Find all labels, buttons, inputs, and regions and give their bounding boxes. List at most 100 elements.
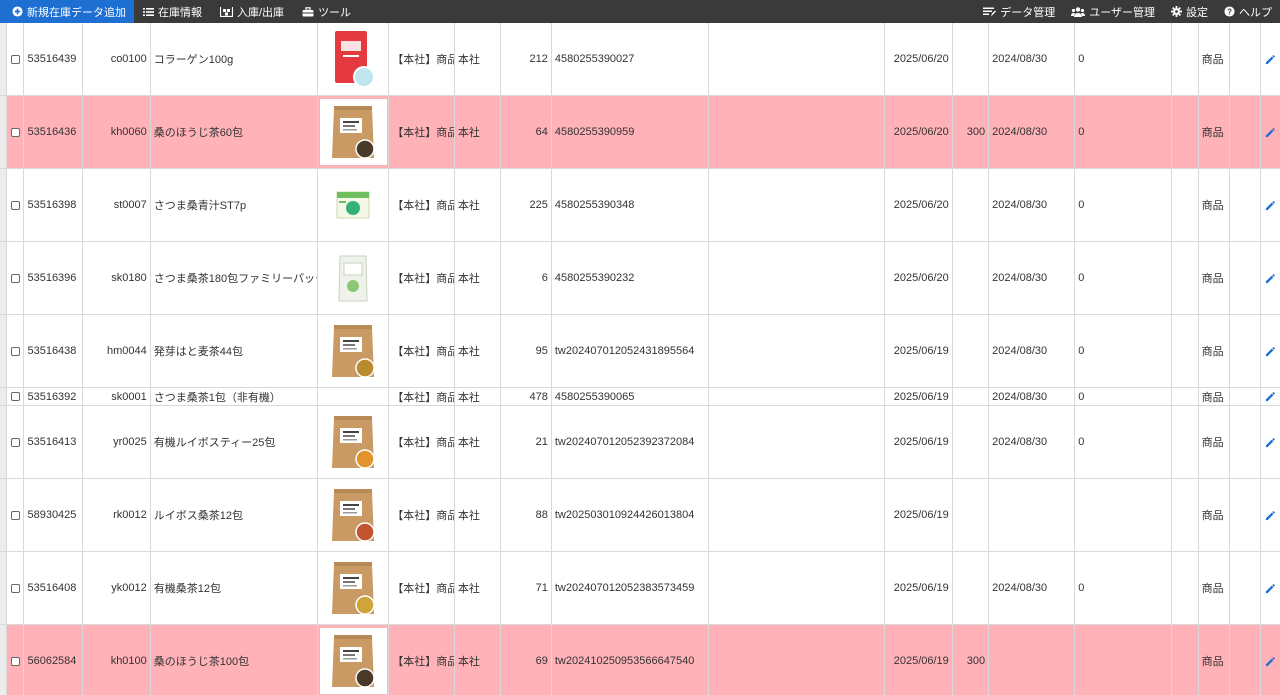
table-row[interactable]: 58930425 rk0012 ルイボス桑茶12包 【本社】商品 本社 88 tw2025… [0, 479, 1280, 552]
barcode: 4580255390232 [552, 242, 710, 314]
pencil-icon[interactable] [1265, 437, 1276, 448]
pencil-icon[interactable] [1265, 510, 1276, 521]
table-row[interactable]: 53516438 hm0044 発芽はと麦茶44包 【本社】商品 本社 95 tw2024… [0, 315, 1280, 388]
row-select-cell[interactable] [7, 315, 25, 387]
warehouse-category: 【本社】商品 [389, 406, 455, 478]
row-checkbox[interactable] [10, 273, 20, 283]
item-type: 商品 [1199, 625, 1231, 695]
pencil-icon[interactable] [1265, 200, 1276, 211]
location: 本社 [455, 388, 501, 405]
table-row[interactable]: 53516408 yk0012 有機桑茶12包 【本社】商品 本社 71 tw202407… [0, 552, 1280, 625]
edit-cell[interactable] [1261, 169, 1280, 241]
product-code: sk0001 [83, 388, 151, 405]
table-row[interactable]: 53516413 yr0025 有機ルイボスティー25包 【本社】商品 本社 21 tw2… [0, 406, 1280, 479]
product-name: 桑のほうじ茶100包 [151, 625, 318, 695]
pencil-icon[interactable] [1265, 656, 1276, 667]
table-row[interactable]: 53516439 co0100 コラーゲン100g 【本社】商品 本社 212 45802… [0, 23, 1280, 96]
nav-settings[interactable]: 設定 [1163, 0, 1216, 23]
product-name: さつま桑青汁ST7p [151, 169, 318, 241]
product-image-cell [318, 552, 390, 624]
row-checkbox[interactable] [10, 346, 20, 356]
row-checkbox[interactable] [10, 656, 20, 666]
row-checkbox[interactable] [10, 583, 20, 593]
location: 本社 [455, 552, 501, 624]
zero-value: 0 [1075, 388, 1173, 405]
barcode: 4580255390027 [552, 23, 710, 95]
barcode: tw20241025095356664754​0 [552, 625, 710, 695]
edit-cell[interactable] [1261, 479, 1280, 551]
nav-user-management[interactable]: ユーザー管理 [1063, 0, 1163, 23]
row-select-cell[interactable] [7, 23, 25, 95]
table-row[interactable]: 53516436 kh0060 桑のほうじ茶60包 【本社】商品 本社 64 458025… [0, 96, 1280, 169]
edit-cell[interactable] [1261, 625, 1280, 695]
item-type: 商品 [1199, 552, 1231, 624]
pencil-icon[interactable] [1265, 583, 1276, 594]
nav-tools[interactable]: ツール [293, 0, 360, 23]
empty-cell [1172, 625, 1199, 695]
extra-value [953, 406, 990, 478]
product-image-cell [318, 96, 390, 168]
row-select-cell[interactable] [7, 625, 25, 695]
edit-cell[interactable] [1261, 315, 1280, 387]
row-checkbox[interactable] [10, 200, 20, 210]
registered-date [989, 625, 1076, 695]
updated-date: 2025/06/20 [885, 169, 953, 241]
edit-cell[interactable] [1261, 552, 1280, 624]
row-select-cell[interactable] [7, 169, 25, 241]
product-image-cell [318, 406, 390, 478]
extra-value [953, 479, 990, 551]
gear-icon [1171, 6, 1182, 17]
empty-cell [1172, 23, 1199, 95]
table-row[interactable]: 53516398 st0007 さつま桑青汁ST7p 【本社】商品 本社 225 4580… [0, 169, 1280, 242]
edit-cell[interactable] [1261, 388, 1280, 405]
stock-id: 53516413 [24, 406, 84, 478]
location: 本社 [455, 625, 501, 695]
warehouse-category: 【本社】商品 [389, 169, 455, 241]
pencil-icon[interactable] [1265, 273, 1276, 284]
row-checkbox[interactable] [10, 54, 20, 64]
product-thumbnail [319, 172, 387, 238]
nav-help-label: ヘルプ [1239, 6, 1272, 19]
table-row[interactable]: 56062584 kh0100 桑のほうじ茶100包 【本社】商品 本社 69 tw202… [0, 625, 1280, 695]
row-checkbox[interactable] [10, 510, 20, 520]
empty-cell [1230, 315, 1262, 387]
pencil-icon[interactable] [1265, 127, 1276, 138]
product-thumbnail [319, 409, 387, 475]
zero-value [1075, 479, 1173, 551]
nav-data-management[interactable]: データ管理 [975, 0, 1063, 23]
item-type: 商品 [1199, 96, 1231, 168]
stock-id: 53516398 [24, 169, 84, 241]
edit-cell[interactable] [1261, 96, 1280, 168]
row-select-cell[interactable] [7, 242, 25, 314]
add-new-stock-button[interactable]: 新規在庫データ追加 [0, 0, 134, 23]
nav-in-out[interactable]: 入庫/出庫 [211, 0, 293, 23]
extra-value [953, 23, 990, 95]
filter-lines-icon [983, 7, 997, 17]
nav-stock-info[interactable]: 在庫情報 [134, 0, 211, 23]
row-select-cell[interactable] [7, 406, 25, 478]
quantity: 212 [501, 23, 552, 95]
warehouse-category: 【本社】商品 [389, 96, 455, 168]
barcode: 4580255390348 [552, 169, 710, 241]
product-code: sk0180 [83, 242, 151, 314]
edit-cell[interactable] [1261, 406, 1280, 478]
pencil-icon[interactable] [1265, 54, 1276, 65]
pencil-icon[interactable] [1265, 391, 1276, 402]
empty-cell [1230, 479, 1262, 551]
table-row[interactable]: 53516392 sk0001 さつま桑茶1包（非有機） 【本社】商品 本社 478 458… [0, 388, 1280, 406]
row-select-cell[interactable] [7, 552, 25, 624]
row-gutter [0, 242, 7, 314]
edit-cell[interactable] [1261, 242, 1280, 314]
row-select-cell[interactable] [7, 96, 25, 168]
row-checkbox[interactable] [10, 127, 20, 137]
row-checkbox[interactable] [10, 392, 20, 401]
edit-cell[interactable] [1261, 23, 1280, 95]
nav-help[interactable]: ? ヘルプ [1216, 0, 1280, 23]
row-select-cell[interactable] [7, 388, 25, 405]
inventory-table: 53516439 co0100 コラーゲン100g 【本社】商品 本社 212 45802… [0, 23, 1280, 695]
pencil-icon[interactable] [1265, 346, 1276, 357]
table-row[interactable]: 53516396 sk0180 さつま桑茶180包ファミリーパック 【本社】商品 本社… [0, 242, 1280, 315]
row-select-cell[interactable] [7, 479, 25, 551]
product-name: 有機桑茶12包 [151, 552, 318, 624]
row-checkbox[interactable] [10, 437, 20, 447]
